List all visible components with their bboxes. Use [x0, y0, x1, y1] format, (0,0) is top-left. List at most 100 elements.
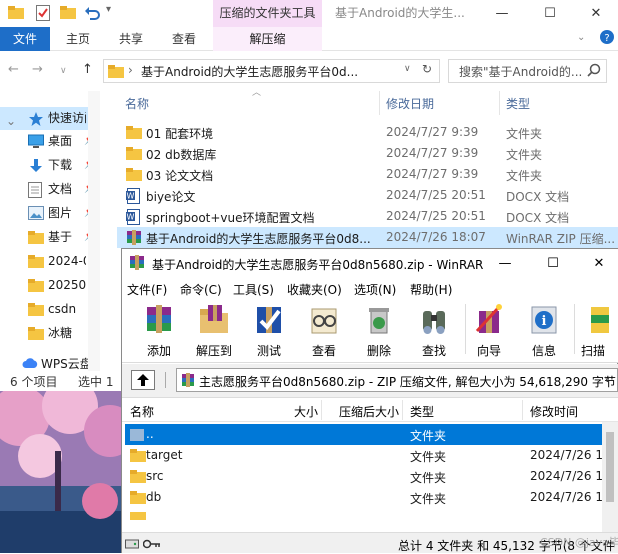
view-button[interactable]: 查看	[302, 301, 346, 361]
tab-extract[interactable]: 解压缩	[213, 27, 322, 51]
nav-item-folder-5[interactable]: 冰糖	[0, 321, 100, 345]
column-header-date[interactable]: 修改日期	[386, 95, 434, 112]
minimize-button[interactable]: —	[479, 0, 525, 27]
address-dropdown-icon[interactable]: ∨	[404, 64, 411, 74]
help-icon[interactable]: ?	[600, 30, 614, 44]
archive-row[interactable]: target 文件夹 2024/7/26 18	[125, 445, 602, 466]
winrar-scrollbar[interactable]	[602, 422, 618, 532]
rar-column-type[interactable]: 类型	[410, 403, 434, 420]
back-arrow-icon[interactable]: ←	[8, 62, 19, 77]
nav-item-folder-2[interactable]: 2024-0	[0, 249, 100, 273]
add-button[interactable]: 添加	[137, 301, 181, 361]
new-folder-icon[interactable]	[60, 5, 76, 19]
nav-scrollbar[interactable]	[88, 91, 100, 371]
column-divider	[402, 400, 403, 420]
delete-recycle-icon	[363, 303, 395, 339]
close-button[interactable]: ✕	[573, 0, 618, 27]
sort-chevron-icon: ︿	[252, 88, 262, 98]
column-divider	[379, 91, 380, 115]
folder-icon	[126, 146, 142, 160]
archive-row-selected[interactable]: .. 文件夹	[125, 424, 602, 445]
archive-row[interactable]: src 文件夹 2024/7/26 18	[125, 466, 602, 487]
toolbar-divider	[574, 304, 575, 354]
column-header-type[interactable]: 类型	[506, 95, 530, 112]
file-row-selected[interactable]: 基于Android的大学生志愿服务平台0d8... 2024/7/26 18:0…	[117, 227, 618, 248]
forward-arrow-icon[interactable]: →	[32, 62, 43, 77]
delete-button[interactable]: 删除	[357, 301, 401, 361]
folder-icon	[28, 230, 44, 244]
column-header-name[interactable]: 名称	[125, 95, 149, 112]
tab-file[interactable]: 文件	[0, 27, 50, 51]
file-row[interactable]: 02 db数据库 2024/7/27 9:39 文件夹	[117, 143, 618, 164]
rar-column-name[interactable]: 名称	[130, 403, 154, 420]
rar-column-size[interactable]: 大小	[294, 403, 318, 420]
find-button[interactable]: 查找	[412, 301, 456, 361]
folder-icon[interactable]	[8, 5, 24, 19]
view-glasses-icon	[308, 303, 340, 339]
menu-tools[interactable]: 工具(S)	[233, 281, 274, 298]
test-check-icon	[253, 303, 285, 339]
info-button[interactable]: i 信息	[522, 301, 566, 361]
nav-item-folder-4[interactable]: csdn	[0, 297, 100, 321]
archive-row[interactable]: db 文件夹 2024/7/26 18	[125, 487, 602, 508]
menu-favorites[interactable]: 收藏夹(O)	[287, 281, 342, 298]
customize-toolbar-icon[interactable]: ▾	[106, 4, 111, 15]
address-path: 基于Android的大学生志愿服务平台0d...	[141, 65, 359, 79]
file-row[interactable]: 01 配套环境 2024/7/27 9:39 文件夹	[117, 122, 618, 143]
rar-column-modified[interactable]: 修改时间	[530, 403, 578, 420]
path-dropdown-icon[interactable]: ∨	[604, 375, 611, 385]
wizard-button[interactable]: 向导	[467, 301, 511, 361]
column-divider	[522, 400, 523, 420]
find-binoculars-icon	[418, 303, 450, 339]
up-one-level-button[interactable]	[131, 370, 155, 390]
svg-text:W: W	[127, 192, 135, 201]
compressed-folder-tools-tab[interactable]: 压缩的文件夹工具	[213, 0, 322, 27]
scrollbar-thumb[interactable]	[606, 432, 614, 502]
info-icon: i	[528, 303, 560, 339]
search-icon[interactable]	[587, 63, 601, 77]
word-icon: W	[126, 209, 140, 225]
rar-column-packed[interactable]: 压缩后大小	[339, 403, 399, 420]
recent-locations-icon[interactable]: ∨	[60, 66, 67, 76]
nav-item-documents[interactable]: 文档 📌	[0, 177, 100, 201]
cloud-icon	[22, 357, 38, 369]
nav-item-folder-1[interactable]: 基于 📌	[0, 225, 100, 249]
maximize-button[interactable]: ☐	[527, 0, 573, 27]
desktop-wallpaper	[0, 391, 125, 553]
properties-icon[interactable]	[36, 5, 50, 21]
collapse-ribbon-icon[interactable]: ⌄	[577, 32, 585, 43]
file-row[interactable]: W biye论文 2024/7/25 20:51 DOCX 文档	[117, 185, 618, 206]
undo-icon[interactable]	[84, 5, 100, 21]
nav-item-desktop[interactable]: 桌面 📌	[0, 129, 100, 153]
winrar-close-button[interactable]: ✕	[576, 250, 618, 278]
column-divider	[321, 400, 322, 420]
file-row[interactable]: W springboot+vue环境配置文档 2024/7/25 20:51 D…	[117, 206, 618, 227]
winrar-minimize-button[interactable]: —	[482, 250, 528, 278]
up-arrow-icon	[137, 374, 149, 386]
winrar-maximize-button[interactable]: ☐	[530, 250, 576, 278]
tab-share[interactable]: 共享	[119, 27, 143, 51]
nav-item-downloads[interactable]: 下载 📌	[0, 153, 100, 177]
folder-icon	[28, 326, 44, 340]
menu-commands[interactable]: 命令(C)	[180, 281, 222, 298]
test-button[interactable]: 测试	[247, 301, 291, 361]
folder-icon	[126, 125, 142, 139]
extract-to-button[interactable]: 解压到	[192, 301, 236, 361]
menu-options[interactable]: 选项(N)	[354, 281, 396, 298]
extract-folder-icon	[198, 303, 230, 339]
nav-item-folder-3[interactable]: 202502	[0, 273, 100, 297]
nav-item-quick-access[interactable]: ⌄ 快速访问	[0, 106, 100, 130]
up-arrow-icon[interactable]: ↑	[82, 62, 93, 77]
file-row[interactable]: 03 论文文档 2024/7/27 9:39 文件夹	[117, 164, 618, 185]
picture-icon	[28, 206, 44, 220]
winrar-title: 基于Android的大学生志愿服务平台0d8n5680.zip - WinRAR	[152, 258, 484, 272]
refresh-icon[interactable]: ↻	[422, 62, 432, 76]
nav-item-pictures[interactable]: 图片 📌	[0, 201, 100, 225]
tab-view[interactable]: 查看	[172, 27, 196, 51]
scan-button[interactable]: 扫描	[577, 301, 618, 361]
status-selected-count: 选中 1	[78, 375, 114, 389]
tab-home[interactable]: 主页	[66, 27, 90, 51]
menu-file[interactable]: 文件(F)	[127, 281, 167, 298]
download-icon	[28, 158, 44, 174]
menu-help[interactable]: 帮助(H)	[410, 281, 452, 298]
